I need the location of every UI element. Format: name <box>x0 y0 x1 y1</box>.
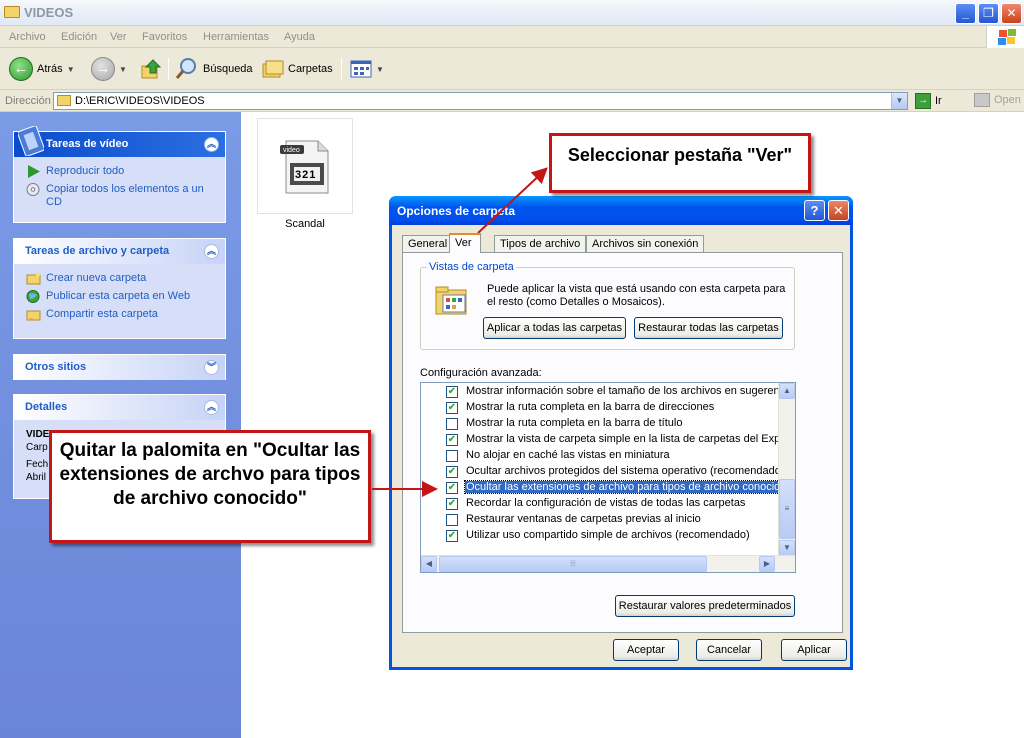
annotation-arrows <box>372 167 548 497</box>
arrow-to-annotation <box>477 167 548 234</box>
tab-ver[interactable]: Ver <box>449 233 481 253</box>
